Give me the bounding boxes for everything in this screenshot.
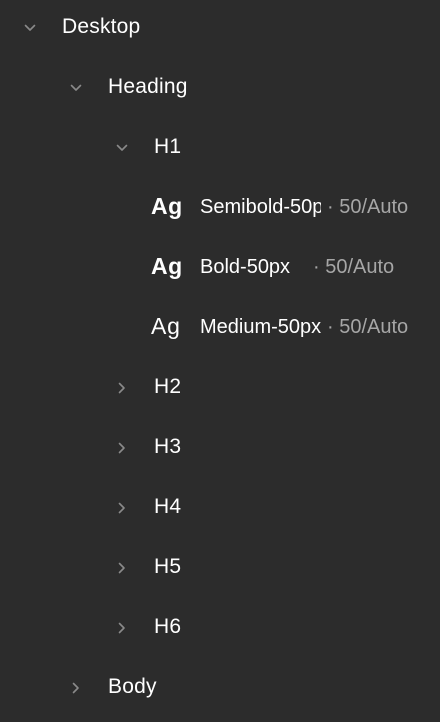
- chevron-right-icon[interactable]: [68, 680, 84, 696]
- chevron-right-icon[interactable]: [114, 560, 130, 576]
- chevron-down-icon[interactable]: [114, 140, 130, 156]
- tree-row-h3[interactable]: H3: [0, 418, 440, 478]
- group-label-h6: H6: [154, 615, 182, 638]
- group-label-h3: H3: [154, 435, 182, 458]
- tree-row-h6[interactable]: H6: [0, 598, 440, 658]
- group-label-h5: H5: [154, 555, 182, 578]
- chevron-right-icon[interactable]: [114, 620, 130, 636]
- chevron-down-icon[interactable]: [22, 20, 38, 36]
- group-label-h1: H1: [154, 135, 182, 158]
- text-style-icon: Ag: [151, 253, 183, 279]
- group-label-body: Body: [108, 675, 157, 698]
- text-style-item[interactable]: Ag Bold-50px · 50/Auto: [0, 238, 440, 298]
- tree-row-desktop[interactable]: Desktop: [0, 0, 440, 58]
- chevron-right-icon[interactable]: [114, 380, 130, 396]
- text-style-name: Semibold-50px: [200, 196, 321, 218]
- text-style-meta: · 50/Auto: [327, 196, 409, 218]
- tree-row-body[interactable]: Body: [0, 658, 440, 718]
- text-style-icon: Ag: [151, 193, 183, 219]
- tree-row-heading[interactable]: Heading: [0, 58, 440, 118]
- text-style-name: Medium-50px: [200, 316, 321, 338]
- group-label-desktop: Desktop: [62, 15, 141, 38]
- group-label-h2: H2: [154, 375, 182, 398]
- text-style-name: Bold-50px: [200, 256, 291, 278]
- tree-row-h1[interactable]: H1: [0, 118, 440, 178]
- text-style-icon: Ag: [151, 313, 181, 339]
- text-style-meta: · 50/Auto: [327, 316, 409, 338]
- text-style-meta: · 50/Auto: [313, 256, 395, 278]
- chevron-right-icon[interactable]: [114, 500, 130, 516]
- group-label-h4: H4: [154, 495, 182, 518]
- text-style-item[interactable]: Ag Medium-50px · 50/Auto: [0, 298, 440, 358]
- group-label-heading: Heading: [108, 75, 188, 98]
- chevron-down-icon[interactable]: [68, 80, 84, 96]
- text-style-item[interactable]: Ag Semibold-50px · 50/Auto: [0, 178, 440, 238]
- tree-row-h2[interactable]: H2: [0, 358, 440, 418]
- chevron-right-icon[interactable]: [114, 440, 130, 456]
- tree-row-h4[interactable]: H4: [0, 478, 440, 538]
- tree-row-h5[interactable]: H5: [0, 538, 440, 598]
- text-styles-tree: Desktop Heading H1 Ag Semibold-50px · 50…: [0, 0, 440, 722]
